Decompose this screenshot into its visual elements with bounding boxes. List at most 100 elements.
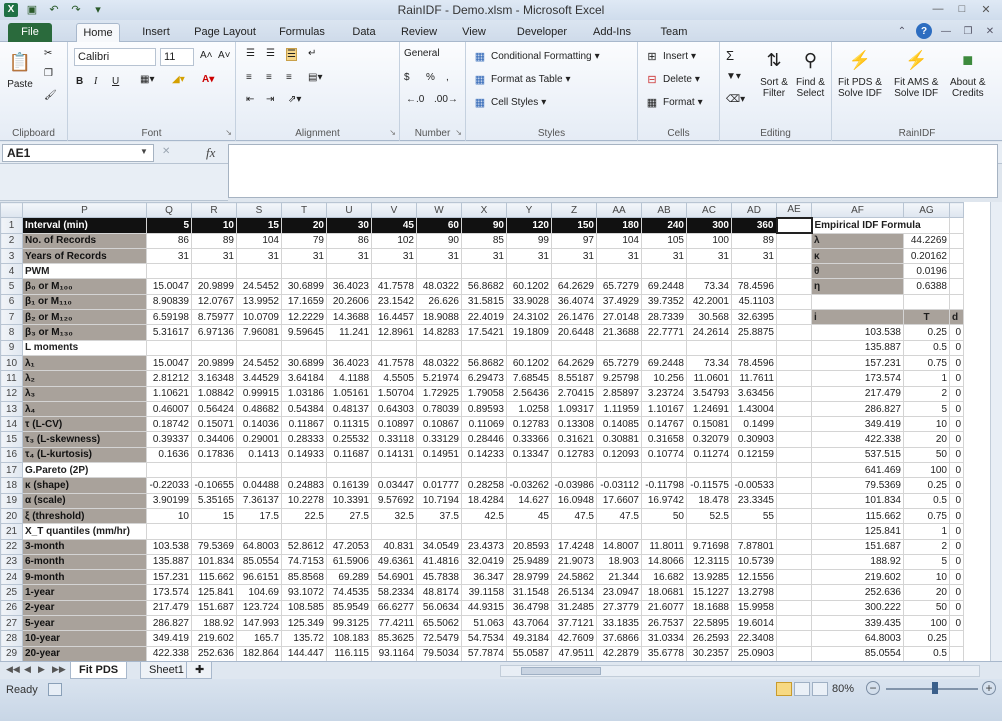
chevron-down-icon[interactable]: ▼ <box>140 147 148 156</box>
data-cell[interactable]: 3.44529 <box>236 370 282 387</box>
data-cell[interactable]: 60 <box>416 217 462 234</box>
data-cell[interactable] <box>191 462 237 479</box>
data-cell[interactable] <box>326 462 372 479</box>
font-color-icon[interactable]: A▾ <box>202 74 214 85</box>
column-header-Y[interactable]: Y <box>506 202 552 219</box>
ah-cell[interactable]: 0 <box>949 492 964 509</box>
align-left-icon[interactable]: ≡ <box>246 72 252 83</box>
data-cell[interactable] <box>191 523 237 540</box>
data-cell[interactable]: 23.3345 <box>731 492 777 509</box>
ah-cell[interactable] <box>949 293 964 311</box>
row-header[interactable]: 26 <box>0 599 23 617</box>
data-cell[interactable]: 15.1227 <box>686 584 732 601</box>
underline-button[interactable]: U <box>112 76 119 87</box>
data-cell[interactable]: 55.0587 <box>506 645 552 661</box>
data-cell[interactable]: 7.68545 <box>506 370 552 387</box>
data-cell[interactable]: 47.5 <box>596 507 642 525</box>
af-cell[interactable]: 173.574 <box>811 370 904 387</box>
data-cell[interactable]: 4.1188 <box>326 370 372 387</box>
data-cell[interactable]: 57.7874 <box>461 645 507 661</box>
data-cell[interactable]: 31 <box>326 247 372 265</box>
data-cell[interactable]: 32.6395 <box>731 309 777 326</box>
first-sheet-icon[interactable]: ◀◀ <box>6 664 20 675</box>
data-cell[interactable]: 4.5505 <box>371 370 417 387</box>
data-cell[interactable]: 52.5 <box>686 507 732 525</box>
data-cell[interactable] <box>146 339 192 356</box>
fill-color-icon[interactable]: ◢▾ <box>172 74 185 85</box>
data-cell[interactable] <box>506 462 552 479</box>
column-header-AB[interactable]: AB <box>641 202 687 219</box>
data-cell[interactable] <box>506 263 552 280</box>
data-cell[interactable] <box>191 263 237 280</box>
formula-input[interactable] <box>228 144 998 198</box>
bold-button[interactable]: B <box>76 76 83 87</box>
data-cell[interactable]: 2.85897 <box>596 385 642 402</box>
data-cell[interactable]: -0.11575 <box>686 477 732 494</box>
ah-cell[interactable]: 0 <box>949 354 964 372</box>
data-cell[interactable]: 0.39337 <box>146 431 192 448</box>
af-cell[interactable]: 286.827 <box>811 400 904 418</box>
data-cell[interactable]: 0.11687 <box>326 446 372 464</box>
data-cell[interactable]: -0.22033 <box>146 477 192 494</box>
data-cell[interactable]: 0.99915 <box>236 385 282 402</box>
empty-cell[interactable] <box>776 615 812 632</box>
data-cell[interactable]: 108.183 <box>326 630 372 647</box>
data-cell[interactable]: 43.7064 <box>506 615 552 632</box>
data-cell[interactable]: 90 <box>416 232 462 249</box>
column-header-Z[interactable]: Z <box>551 202 597 219</box>
af-cell[interactable]: 349.419 <box>811 416 904 433</box>
data-cell[interactable]: 97 <box>551 232 597 249</box>
data-cell[interactable]: 36.4023 <box>326 278 372 295</box>
row-label-cell[interactable]: 20-year <box>22 645 147 661</box>
row-header[interactable]: 6 <box>0 293 23 311</box>
data-cell[interactable]: 42.5 <box>461 507 507 525</box>
data-cell[interactable]: 47.9511 <box>551 645 597 661</box>
ah-cell[interactable]: 0 <box>949 477 964 494</box>
align-top-icon[interactable]: ☰ <box>246 48 255 59</box>
data-cell[interactable]: 217.479 <box>146 599 192 617</box>
ah-cell[interactable] <box>949 247 964 265</box>
row-header[interactable]: 25 <box>0 584 23 601</box>
data-cell[interactable]: 24.5452 <box>236 278 282 295</box>
af-cell[interactable]: 217.479 <box>811 385 904 402</box>
data-cell[interactable]: 1.43004 <box>731 400 777 418</box>
page-layout-view-icon[interactable] <box>794 682 810 696</box>
empty-cell[interactable] <box>776 232 812 249</box>
data-cell[interactable]: 89 <box>731 232 777 249</box>
data-cell[interactable]: 31.1548 <box>506 584 552 601</box>
data-cell[interactable]: 31 <box>416 247 462 265</box>
data-cell[interactable]: 36.4798 <box>506 599 552 617</box>
data-cell[interactable]: 0.10897 <box>371 416 417 433</box>
empty-cell[interactable] <box>776 553 812 571</box>
data-cell[interactable]: 37.7121 <box>551 615 597 632</box>
data-cell[interactable]: 30.568 <box>686 309 732 326</box>
data-cell[interactable]: 48.0322 <box>416 278 462 295</box>
ag-cell[interactable]: 2 <box>903 385 950 402</box>
data-cell[interactable] <box>371 339 417 356</box>
data-cell[interactable]: 7.87801 <box>731 538 777 555</box>
data-cell[interactable]: 18.9088 <box>416 309 462 326</box>
data-cell[interactable]: 20.8593 <box>506 538 552 555</box>
prev-sheet-icon[interactable]: ◀ <box>24 664 31 675</box>
normal-view-icon[interactable] <box>776 682 792 696</box>
data-cell[interactable] <box>326 339 372 356</box>
data-cell[interactable]: 21.344 <box>596 569 642 586</box>
row-label-cell[interactable]: G.Pareto (2P) <box>22 462 147 479</box>
af-cell[interactable]: 422.338 <box>811 431 904 448</box>
data-cell[interactable]: 64.2629 <box>551 278 597 295</box>
data-cell[interactable]: 0.14036 <box>236 416 282 433</box>
data-cell[interactable]: 17.4248 <box>551 538 597 555</box>
row-label-cell[interactable]: ξ (threshold) <box>22 507 147 525</box>
data-cell[interactable]: 25.8875 <box>731 324 777 341</box>
data-cell[interactable]: 116.115 <box>326 645 372 661</box>
empty-cell[interactable] <box>776 278 812 295</box>
data-cell[interactable]: 0.12159 <box>731 446 777 464</box>
data-cell[interactable]: 9.25798 <box>596 370 642 387</box>
data-cell[interactable] <box>731 339 777 356</box>
data-cell[interactable]: 0.33366 <box>506 431 552 448</box>
af-cell[interactable]: 115.662 <box>811 507 904 525</box>
data-cell[interactable] <box>371 523 417 540</box>
paste-button[interactable]: 📋 Paste <box>6 48 34 91</box>
data-cell[interactable]: 85 <box>461 232 507 249</box>
data-cell[interactable]: 1.10621 <box>146 385 192 402</box>
